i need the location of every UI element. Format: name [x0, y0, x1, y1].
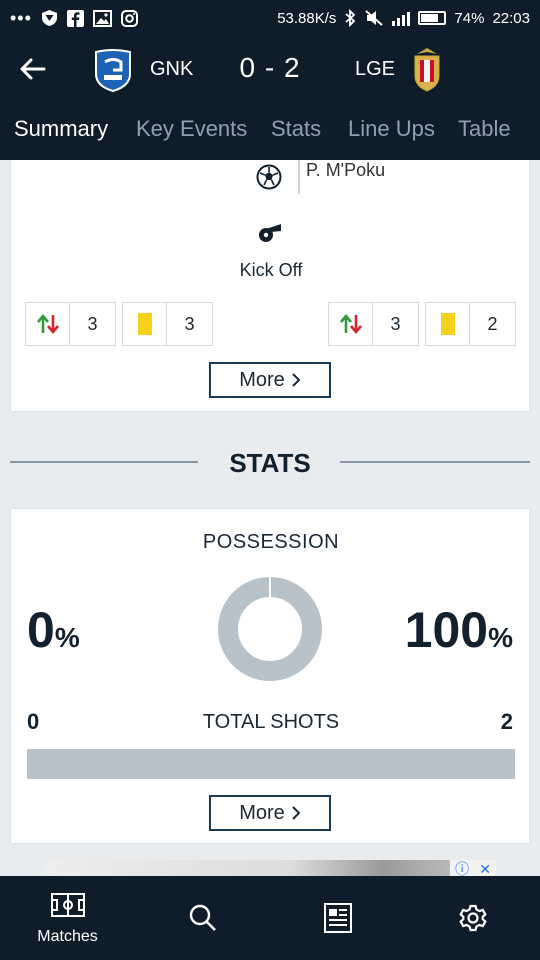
timeline-divider [298, 160, 300, 194]
yellow-card-icon [137, 313, 152, 335]
shots-bar-away [27, 749, 515, 779]
bluetooth-icon [345, 9, 356, 27]
pitch-icon [50, 893, 85, 917]
section-divider-left [10, 461, 198, 463]
substitution-icon [339, 313, 362, 335]
events-more-button[interactable]: More [209, 362, 331, 398]
home-possession: 0% [27, 602, 80, 658]
ad-close-icon[interactable]: ✕ [479, 861, 491, 878]
tab-line-ups[interactable]: Line Ups [348, 116, 435, 142]
possession-away-arc [218, 577, 322, 681]
total-shots-bar [27, 749, 515, 779]
standard-liege-crest-icon[interactable] [411, 46, 443, 92]
home-team-code: GNK [150, 58, 194, 80]
home-yellow-cards-count: 3 [122, 302, 213, 346]
away-team-code: LGE [355, 58, 396, 80]
more-button-label: More [239, 368, 285, 391]
home-substitutions-value: 3 [87, 313, 98, 334]
match-header: GNK 0 - 2 LGE [0, 36, 540, 104]
away-yellow-cards-count: 2 [425, 302, 516, 346]
stats-more-button[interactable]: More [209, 795, 331, 831]
more-button-label: More [239, 801, 285, 824]
away-total-shots: 2 [500, 709, 513, 734]
match-tabs: Summary Key Events Stats Line Ups Table [0, 104, 540, 160]
away-substitutions-count: 3 [328, 302, 419, 346]
battery-percent: 74% [454, 9, 485, 27]
stats-card: POSSESSION 0% 100% 0 TOTAL SHOTS 2 More [10, 508, 530, 844]
whistle-icon [259, 224, 281, 242]
shield-icon [41, 10, 57, 26]
tab-stats[interactable]: Stats [271, 116, 321, 142]
away-yellow-cards-value: 2 [487, 313, 498, 334]
kickoff-label: Kick Off [239, 260, 303, 280]
nav-news[interactable] [270, 876, 405, 960]
tab-summary[interactable]: Summary [14, 116, 108, 142]
chevron-right-icon [292, 806, 301, 820]
signal-icon [392, 10, 411, 26]
gear-icon [458, 904, 487, 932]
mute-icon [365, 10, 384, 26]
home-substitutions-count: 3 [25, 302, 116, 346]
status-bar: ••• 53.88K/s 74% 22:03 [0, 0, 540, 36]
possession-title: POSSESSION [202, 531, 340, 553]
home-yellow-cards-value: 3 [184, 313, 195, 334]
facebook-icon [66, 9, 84, 27]
yellow-card-icon [440, 313, 455, 335]
tab-key-events[interactable]: Key Events [136, 116, 247, 142]
network-speed: 53.88K/s [277, 9, 337, 27]
more-dots-icon: ••• [10, 8, 32, 28]
nav-settings[interactable] [405, 876, 540, 960]
substitution-icon [36, 313, 59, 335]
event-player-name: P. M'Poku [306, 160, 386, 180]
total-shots-title: TOTAL SHOTS [202, 711, 340, 733]
back-arrow-icon[interactable] [18, 54, 48, 84]
stats-section-title: STATS [229, 448, 311, 478]
image-icon [92, 9, 112, 27]
nav-matches[interactable]: Matches [0, 876, 135, 960]
instagram-icon [120, 9, 138, 27]
search-icon [189, 904, 216, 931]
news-icon [323, 903, 352, 933]
away-possession: 100% [404, 602, 513, 658]
away-substitutions-value: 3 [390, 313, 401, 334]
tab-table[interactable]: Table [458, 116, 511, 142]
battery-icon [418, 11, 447, 25]
genk-crest-icon[interactable] [94, 48, 132, 92]
summary-events-card: P. M'Poku Kick Off 3 3 3 2 More [10, 160, 530, 412]
chevron-right-icon [292, 373, 301, 387]
section-divider-right [340, 461, 530, 463]
possession-donut-chart [218, 577, 322, 681]
nav-search[interactable] [135, 876, 270, 960]
bottom-navigation: Matches [0, 876, 540, 960]
match-score: 0 - 2 [239, 52, 301, 83]
clock: 22:03 [492, 9, 530, 27]
football-icon [256, 164, 282, 190]
nav-matches-label: Matches [37, 928, 98, 945]
